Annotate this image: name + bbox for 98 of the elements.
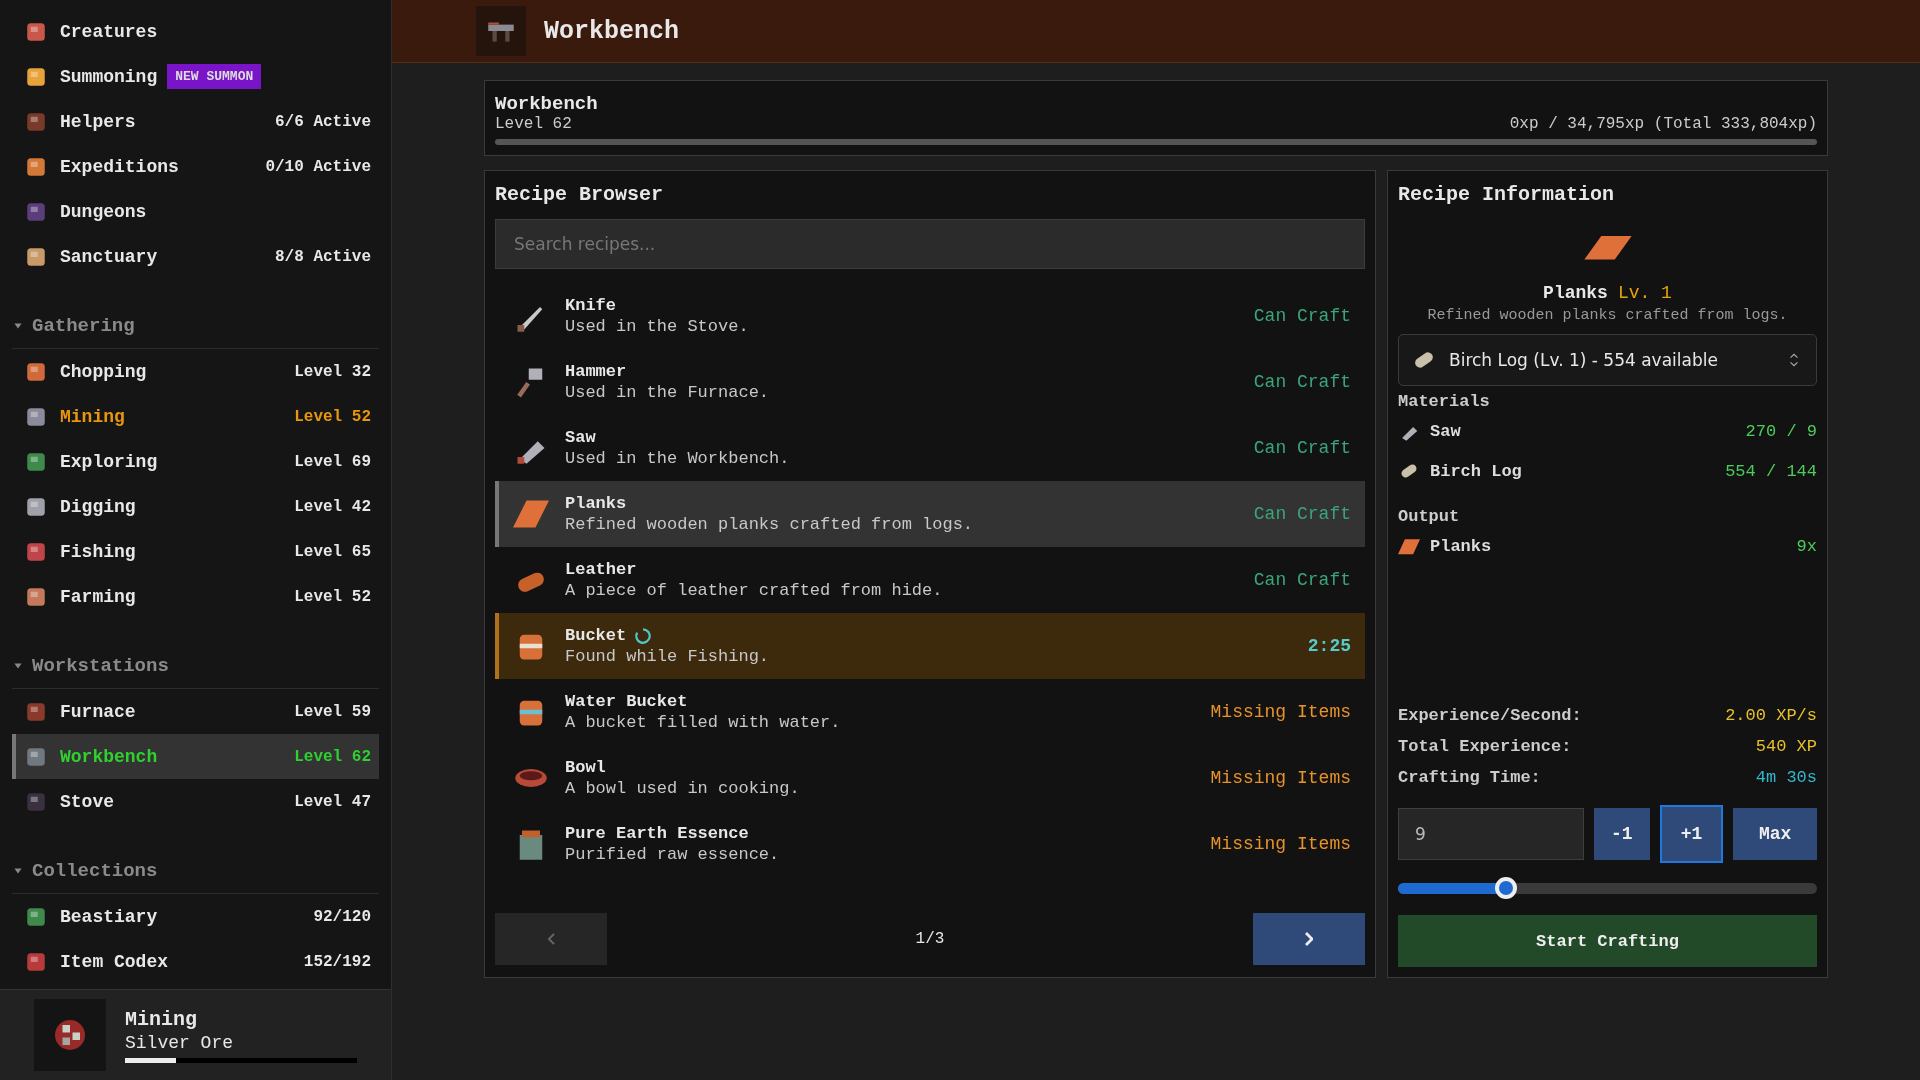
recipe-name: Knife: [565, 296, 616, 315]
section-header[interactable]: Gathering: [12, 304, 379, 349]
recipe-row[interactable]: Knife Used in the Stove. Can Craft: [495, 283, 1365, 349]
sidebar-item[interactable]: Farming Level 52: [12, 574, 379, 619]
sidebar-item[interactable]: Sanctuary 8/8 Active: [12, 234, 379, 279]
start-crafting-button[interactable]: Start Crafting: [1398, 915, 1817, 967]
recipe-row[interactable]: Leather A piece of leather crafted from hide. Can Craft: [495, 547, 1365, 613]
search-field[interactable]: Search recipes...: [495, 219, 1365, 269]
recipe-description: Found while Fishing.: [565, 647, 771, 666]
recipe-name: Pure Earth Essence: [565, 824, 749, 843]
stat-value: 540 XP: [1755, 737, 1817, 756]
sidebar-item[interactable]: Beastiary 92/120: [12, 894, 379, 939]
recipe-name: Water Bucket: [565, 692, 688, 711]
sidebar-item[interactable]: Exploring Level 69: [12, 439, 379, 484]
sidebar-item[interactable]: Chopping Level 32: [12, 349, 379, 394]
sidebar-item[interactable]: Item Codex 152/192: [12, 939, 379, 984]
output-count: 9x: [1796, 536, 1817, 556]
recipe-description: Used in the Stove.: [565, 317, 750, 336]
recipe-status: Missing Items: [1210, 702, 1351, 722]
stat-value: 4m 30s: [1755, 768, 1817, 787]
recipe-name: Bowl: [565, 758, 606, 777]
material-name: Saw: [1430, 421, 1461, 441]
recipe-description: Refined wooden planks crafted from logs.: [565, 515, 975, 534]
quantity-button[interactable]: +1: [1659, 805, 1724, 863]
stat-value: 2.00 XP/s: [1725, 706, 1817, 725]
panel-title: Recipe Information: [1398, 183, 1616, 208]
sidebar-item[interactable]: Dungeons: [12, 189, 379, 234]
recipe-description: A bucket filled with water.: [565, 713, 842, 732]
quantity-field[interactable]: 9: [1398, 808, 1584, 860]
sidebar-item[interactable]: Expeditions 0/10 Active: [12, 144, 379, 189]
quantity-slider[interactable]: [1398, 877, 1817, 899]
recipe-row[interactable]: Water Bucket A bucket filled with water. Missing Items: [495, 679, 1365, 745]
recipe-name: Saw: [565, 428, 596, 447]
material-count: 554 / 144: [1725, 461, 1817, 481]
item-name: Planks: [1543, 283, 1608, 303]
output-name: Planks: [1430, 536, 1492, 556]
activity-title: Mining: [125, 1007, 198, 1031]
recipe-status: 2:25: [1307, 636, 1351, 656]
recipe-row[interactable]: Hammer Used in the Furnace. Can Craft: [495, 349, 1365, 415]
item-level: Lv. 1: [1617, 283, 1672, 303]
section-header[interactable]: Workstations: [12, 644, 379, 689]
next-page-button[interactable]: [1253, 913, 1365, 965]
recipe-description: Used in the Workbench.: [565, 449, 791, 468]
recipe-row[interactable]: Planks Refined wooden planks crafted from logs. Can Craft: [495, 481, 1365, 547]
sidebar-item[interactable]: Fishing Level 65: [12, 529, 379, 574]
chevron-left-icon: [547, 933, 555, 945]
output-heading: Output: [1398, 507, 1461, 526]
recipe-row[interactable]: Saw Used in the Workbench. Can Craft: [495, 415, 1365, 481]
sidebar-item[interactable]: Workbench Level 62: [12, 734, 379, 779]
stat-label: Crafting Time:: [1398, 768, 1541, 787]
material-count: 270 / 9: [1745, 421, 1817, 441]
sidebar-item[interactable]: Mining Level 52: [12, 394, 379, 439]
page-indicator: 1/3: [915, 930, 945, 948]
recipe-status: Can Craft: [1253, 306, 1351, 326]
skill-level: Level 62: [495, 115, 572, 133]
materials-heading: Materials: [1398, 392, 1491, 411]
sidebar-item[interactable]: Creatures: [12, 9, 379, 54]
recipe-name: Bucket: [565, 626, 627, 645]
stat-label: Experience/Second:: [1398, 706, 1582, 725]
quantity-button[interactable]: -1: [1594, 808, 1650, 860]
recipe-status: Can Craft: [1253, 372, 1351, 392]
ore-icon: [34, 999, 106, 1071]
page-title: Workbench: [544, 16, 680, 46]
new-badge: NEW SUMMON: [167, 64, 262, 89]
xp-text: 0xp / 34,795xp (Total 333,804xp): [1509, 115, 1817, 133]
skill-name: Workbench: [495, 93, 599, 115]
spinner-icon: [634, 626, 653, 645]
workbench-icon: [476, 6, 526, 56]
material-select[interactable]: Birch Log (Lv. 1) - 554 available: [1398, 334, 1817, 386]
recipe-description: A bowl used in cooking.: [565, 779, 801, 798]
recipe-description: A piece of leather crafted from hide.: [565, 581, 944, 600]
recipe-status: Can Craft: [1253, 504, 1351, 524]
quantity-button[interactable]: Max: [1733, 808, 1817, 860]
recipe-name: Leather: [565, 560, 637, 579]
activity-item: Silver Ore: [125, 1032, 235, 1053]
section-header[interactable]: Collections: [12, 849, 379, 894]
sidebar-item[interactable]: Digging Level 42: [12, 484, 379, 529]
sidebar-item[interactable]: Furnace Level 59: [12, 689, 379, 734]
sidebar-item[interactable]: Summoning NEW SUMMON: [12, 54, 379, 99]
recipe-name: Hammer: [565, 362, 627, 381]
recipe-row[interactable]: Bucket Found while Fishing. 2:25: [495, 613, 1365, 679]
up-down-arrows-icon: [1788, 352, 1800, 368]
stat-label: Total Experience:: [1398, 737, 1572, 756]
recipe-description: Used in the Furnace.: [565, 383, 771, 402]
chevron-right-icon: [1305, 932, 1313, 946]
sidebar-item[interactable]: Stove Level 47: [12, 779, 379, 824]
recipe-status: Can Craft: [1253, 570, 1351, 590]
recipe-row[interactable]: Pure Earth Essence Purified raw essence. Missing Items: [495, 811, 1365, 877]
material-name: Birch Log: [1430, 461, 1522, 481]
recipe-status: Can Craft: [1253, 438, 1351, 458]
recipe-status: Missing Items: [1210, 768, 1351, 788]
recipe-row[interactable]: Bowl A bowl used in cooking. Missing Items: [495, 745, 1365, 811]
recipe-description: Purified raw essence.: [565, 845, 781, 864]
sidebar-item[interactable]: Helpers 6/6 Active: [12, 99, 379, 144]
recipe-name: Planks: [565, 494, 627, 513]
panel-title: Recipe Browser: [495, 183, 665, 208]
item-description: Refined wooden planks crafted from logs.: [1426, 307, 1789, 324]
recipe-status: Missing Items: [1210, 834, 1351, 854]
